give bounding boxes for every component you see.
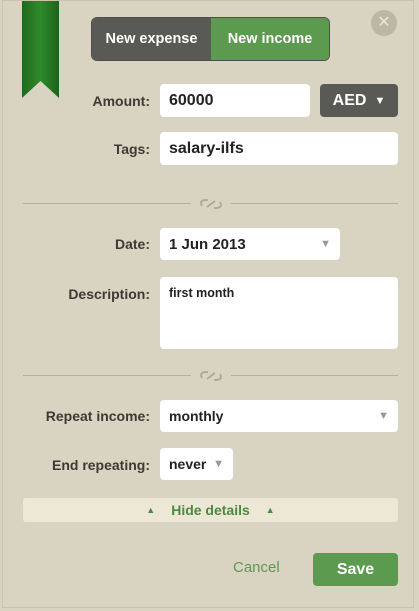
currency-value: AED [332, 91, 367, 109]
chevron-down-icon: ▼ [378, 410, 389, 422]
repeat-select[interactable]: monthly ▼ [160, 400, 398, 432]
date-value: 1 Jun 2013 [169, 235, 246, 253]
amount-input[interactable]: 60000 [160, 84, 310, 117]
chevron-down-icon: ▼ [320, 238, 331, 250]
end-repeat-value: never [169, 456, 207, 472]
link-icon [200, 199, 222, 209]
repeat-label: Repeat income: [45, 408, 150, 424]
bookmark-ribbon-icon [22, 1, 59, 98]
new-expense-button[interactable]: New expense [92, 18, 211, 60]
new-income-button[interactable]: New income [211, 18, 329, 60]
close-icon[interactable]: ✕ [371, 10, 397, 36]
save-button[interactable]: Save [313, 553, 398, 586]
description-textarea[interactable]: first month [160, 277, 398, 349]
repeat-value: monthly [169, 408, 224, 424]
section-divider [23, 197, 398, 211]
amount-label: Amount: [92, 93, 150, 109]
currency-select[interactable]: AED ▼ [320, 84, 398, 117]
chevron-down-icon: ▼ [374, 94, 386, 107]
link-icon [200, 371, 222, 381]
tags-label: Tags: [113, 141, 150, 157]
date-select[interactable]: 1 Jun 2013 ▼ [160, 228, 340, 260]
hide-details-toggle[interactable]: ▲ Hide details ▲ [23, 498, 398, 522]
description-label: Description: [68, 286, 150, 302]
transaction-type-toggle: New expense New income [92, 18, 329, 60]
income-form-panel: ✕ New expense New income Amount: 60000 A… [2, 0, 414, 608]
section-divider [23, 369, 398, 383]
end-repeat-select[interactable]: never ▼ [160, 448, 233, 480]
chevron-up-icon: ▲ [146, 505, 156, 515]
hide-details-label: Hide details [171, 502, 250, 518]
chevron-up-icon: ▲ [265, 505, 275, 515]
date-label: Date: [114, 236, 150, 252]
end-repeat-label: End repeating: [51, 457, 150, 473]
cancel-button[interactable]: Cancel [233, 559, 280, 576]
chevron-down-icon: ▼ [213, 458, 224, 470]
tags-input[interactable]: salary-ilfs [160, 132, 398, 165]
